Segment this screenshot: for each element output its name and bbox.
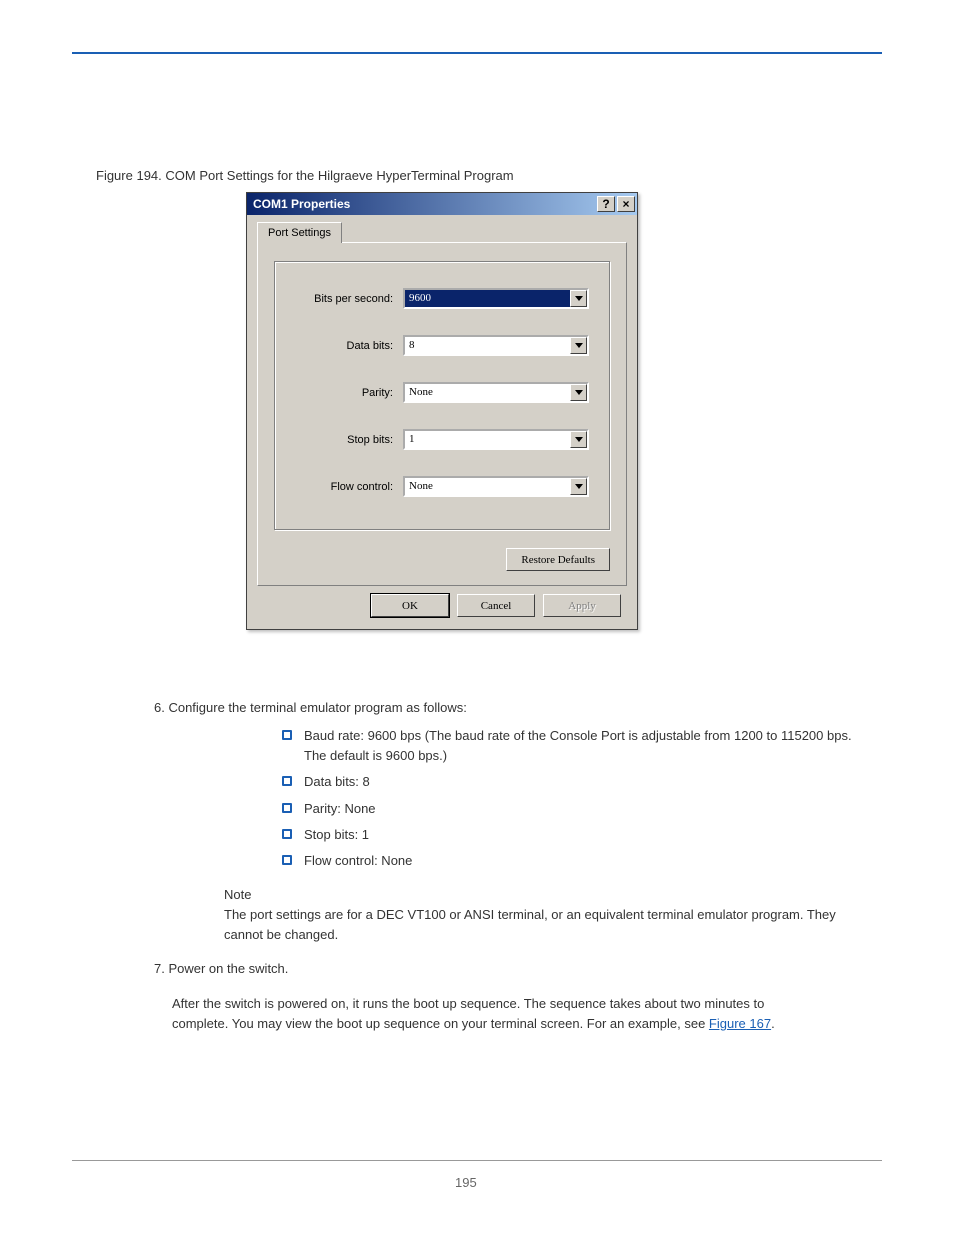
- list-item: Flow control: None: [304, 851, 412, 871]
- parity-value: None: [405, 384, 570, 401]
- chevron-down-icon[interactable]: [570, 290, 587, 307]
- bits-per-second-value: 9600: [405, 290, 570, 307]
- flow-control-value: None: [405, 478, 570, 495]
- step-8-text-c: .: [771, 1016, 775, 1031]
- note-heading: Note: [224, 885, 864, 905]
- settings-list: Baud rate: 9600 bps (The baud rate of th…: [282, 726, 854, 871]
- bullet-icon: [282, 855, 292, 865]
- list-item: Parity: None: [304, 799, 376, 819]
- step-6-intro: 6. Configure the terminal emulator progr…: [154, 698, 854, 718]
- restore-defaults-button[interactable]: Restore Defaults: [506, 548, 610, 571]
- step-8-paragraph: After the switch is powered on, it runs …: [172, 994, 812, 1034]
- figure-caption: Figure 194. COM Port Settings for the Hi…: [96, 168, 514, 183]
- help-icon[interactable]: ?: [597, 196, 615, 212]
- stop-bits-select[interactable]: 1: [403, 429, 589, 450]
- step-7: 7. Power on the switch.: [154, 959, 794, 979]
- label-stop-bits: Stop bits:: [295, 434, 403, 446]
- flow-control-select[interactable]: None: [403, 476, 589, 497]
- close-icon[interactable]: ×: [617, 196, 635, 212]
- list-item: Stop bits: 1: [304, 825, 369, 845]
- note-body: The port settings are for a DEC VT100 or…: [224, 905, 864, 945]
- chevron-down-icon[interactable]: [570, 431, 587, 448]
- step-8-text-a: After the switch is powered on, it runs …: [172, 996, 764, 1031]
- tab-port-settings[interactable]: Port Settings: [257, 222, 342, 243]
- bullet-icon: [282, 803, 292, 813]
- chevron-down-icon[interactable]: [570, 478, 587, 495]
- chevron-down-icon[interactable]: [570, 384, 587, 401]
- label-parity: Parity:: [295, 387, 403, 399]
- stop-bits-value: 1: [405, 431, 570, 448]
- bullet-icon: [282, 776, 292, 786]
- label-bits-per-second: Bits per second:: [295, 293, 403, 305]
- page-number: 195: [455, 1175, 477, 1190]
- note-block: Note The port settings are for a DEC VT1…: [224, 885, 864, 945]
- bullet-icon: [282, 730, 292, 740]
- figure-link[interactable]: Figure 167: [709, 1016, 771, 1031]
- chevron-down-icon[interactable]: [570, 337, 587, 354]
- data-bits-select[interactable]: 8: [403, 335, 589, 356]
- apply-button[interactable]: Apply: [543, 594, 621, 617]
- com-properties-dialog: COM1 Properties ? × Port Settings Bits p…: [246, 192, 638, 630]
- tab-body: Bits per second: 9600 Data bits: 8 Parit…: [257, 242, 627, 586]
- label-data-bits: Data bits:: [295, 340, 403, 352]
- data-bits-value: 8: [405, 337, 570, 354]
- list-item: Baud rate: 9600 bps (The baud rate of th…: [304, 726, 854, 766]
- parity-select[interactable]: None: [403, 382, 589, 403]
- titlebar: COM1 Properties ? ×: [247, 193, 637, 215]
- titlebar-title: COM1 Properties: [253, 197, 595, 211]
- ok-button[interactable]: OK: [371, 594, 449, 617]
- list-item: Data bits: 8: [304, 772, 370, 792]
- bullet-icon: [282, 829, 292, 839]
- cancel-button[interactable]: Cancel: [457, 594, 535, 617]
- bits-per-second-select[interactable]: 9600: [403, 288, 589, 309]
- settings-group: Bits per second: 9600 Data bits: 8 Parit…: [274, 261, 610, 530]
- label-flow-control: Flow control:: [295, 481, 403, 493]
